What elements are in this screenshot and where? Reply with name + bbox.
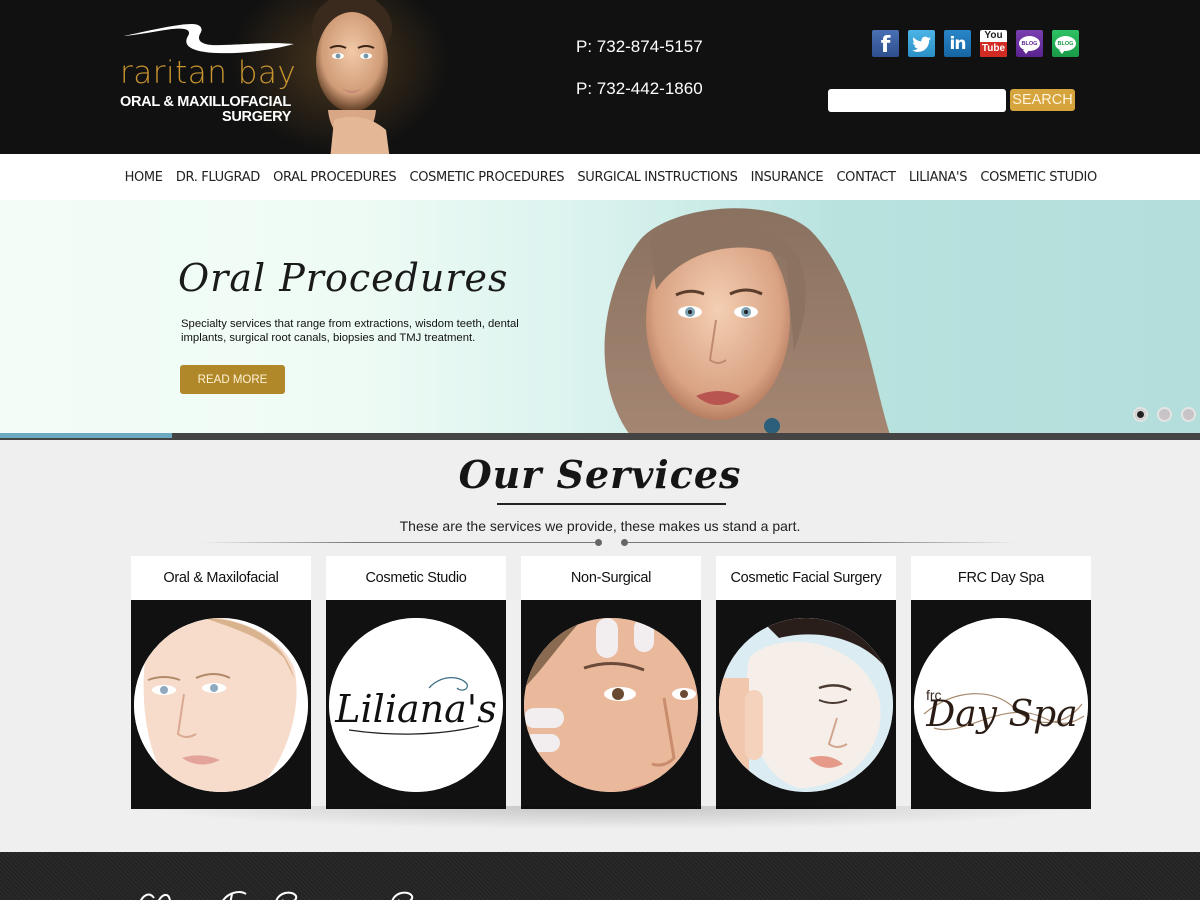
nav-item-oral-procedures[interactable]: ORAL PROCEDURES — [267, 170, 403, 185]
divider-line-right — [627, 542, 1017, 543]
slide-description: Specialty services that range from extra… — [181, 318, 519, 344]
phone-number-2[interactable]: P: 732-442-1860 — [576, 79, 703, 99]
service-card-image: frc Day Spa — [914, 617, 1088, 792]
service-card-title: Non-Surgical — [521, 556, 701, 600]
slider-dot-3[interactable] — [1181, 407, 1196, 422]
slider-progress-fill — [0, 433, 172, 438]
youtube-glyph-top: You — [984, 30, 1003, 41]
facial-mask-image — [719, 617, 893, 792]
service-card-image-frame: frc Day Spa — [911, 600, 1091, 809]
service-card-image: Liliana's — [329, 617, 503, 792]
site-header: raritan bay ORAL & MAXILLOFACIAL SURGERY… — [0, 0, 1200, 154]
nav-item-contact[interactable]: CONTACT — [830, 170, 902, 185]
face-portrait-image — [134, 617, 308, 792]
search-button[interactable]: SEARCH — [1010, 89, 1075, 111]
services-heading-underline — [497, 503, 726, 505]
service-card-non-surgical[interactable]: Non-Surgical — [521, 556, 701, 809]
services-subtitle: These are the services we provide, these… — [399, 518, 801, 534]
hero-slider: Oral Procedures Specialty services that … — [0, 200, 1200, 440]
nav-item-home[interactable]: HOME — [118, 170, 169, 185]
phone-number-1[interactable]: P: 732-874-5157 — [576, 37, 703, 57]
logo-subtitle-2: SURGERY — [222, 109, 292, 125]
logo-name: raritan bay — [120, 55, 297, 91]
lilianas-logo-image: Liliana's — [329, 617, 503, 792]
facebook-icon[interactable]: f — [872, 30, 899, 57]
divider-dot-left — [595, 539, 602, 546]
service-card-image-frame — [716, 600, 896, 809]
nav-item-cosmetic-studio[interactable]: COSMETIC STUDIO — [974, 170, 1104, 185]
services-cards: Oral & Maxilofacial Cosmetic Studio Lili… — [131, 556, 1091, 809]
youtube-glyph-bottom: Tube — [980, 42, 1007, 57]
blog-icon-2[interactable]: BLOG — [1052, 30, 1079, 57]
social-links: f in You Tube BLOG BLOG — [872, 30, 1079, 57]
nav-item-surgical-instructions[interactable]: SURGICAL INSTRUCTIONS — [571, 170, 744, 185]
blog-icon[interactable]: BLOG — [1016, 30, 1043, 57]
service-card-image — [134, 617, 308, 792]
service-card-image-frame — [521, 600, 701, 809]
service-card-title: FRC Day Spa — [911, 556, 1091, 600]
slide-portrait-image — [604, 208, 890, 435]
slider-pagination — [1133, 407, 1196, 422]
linkedin-icon[interactable]: in — [944, 30, 971, 57]
search-input[interactable] — [828, 89, 1006, 112]
nav-item-dr-flugrad[interactable]: DR. FLUGRAD — [169, 170, 266, 185]
divider-line-left — [200, 542, 595, 543]
service-card-image-frame — [131, 600, 311, 809]
nav-item-cosmetic-procedures[interactable]: COSMETIC PROCEDURES — [403, 170, 571, 185]
footer-heading-clipped — [140, 891, 414, 900]
header-portrait-image — [312, 0, 392, 154]
youtube-icon[interactable]: You Tube — [980, 30, 1007, 57]
twitter-bird-glyph — [911, 36, 931, 52]
slide-title: Oral Procedures — [178, 256, 509, 300]
service-card-image — [719, 617, 893, 792]
nav-item-insurance[interactable]: INSURANCE — [744, 170, 830, 185]
service-card-title: Cosmetic Studio — [326, 556, 506, 600]
cards-shadow — [131, 806, 1091, 830]
main-nav: HOME DR. FLUGRAD ORAL PROCEDURES COSMETI… — [0, 154, 1200, 200]
read-more-button[interactable]: READ MORE — [180, 365, 285, 394]
nav-item-lilianas[interactable]: LILIANA'S — [902, 170, 974, 185]
footer-section — [0, 852, 1200, 900]
service-card-title: Oral & Maxilofacial — [131, 556, 311, 600]
service-card-cosmetic-studio[interactable]: Cosmetic Studio Liliana's — [326, 556, 506, 809]
service-card-image-frame: Liliana's — [326, 600, 506, 809]
service-card-image — [524, 617, 698, 792]
slider-progress-bar — [0, 433, 1200, 440]
service-card-oral-maxilofacial[interactable]: Oral & Maxilofacial — [131, 556, 311, 809]
swoosh-icon — [124, 24, 294, 54]
linkedin-glyph: in — [949, 33, 967, 54]
slider-dot-1[interactable] — [1133, 407, 1148, 422]
logo-subtitle: ORAL & MAXILLOFACIAL — [120, 94, 291, 110]
service-card-cosmetic-facial-surgery[interactable]: Cosmetic Facial Surgery — [716, 556, 896, 809]
slider-dot-2[interactable] — [1157, 407, 1172, 422]
lilianas-logo-text: Liliana's — [334, 687, 496, 731]
speech-bubble-glyph: BLOG — [1055, 36, 1076, 54]
gloved-hands-face-image — [524, 617, 698, 792]
service-card-title: Cosmetic Facial Surgery — [716, 556, 896, 600]
day-spa-logo-image: frc Day Spa — [914, 617, 1088, 792]
twitter-icon[interactable] — [908, 30, 935, 57]
service-card-frc-day-spa[interactable]: FRC Day Spa frc Day Spa — [911, 556, 1091, 809]
services-heading: Our Services — [458, 452, 742, 497]
facebook-glyph: f — [880, 33, 891, 57]
speech-bubble-glyph: BLOG — [1019, 36, 1040, 54]
day-spa-logo-text: Day Spa — [925, 694, 1077, 735]
site-logo[interactable]: raritan bay ORAL & MAXILLOFACIAL SURGERY — [118, 12, 298, 125]
